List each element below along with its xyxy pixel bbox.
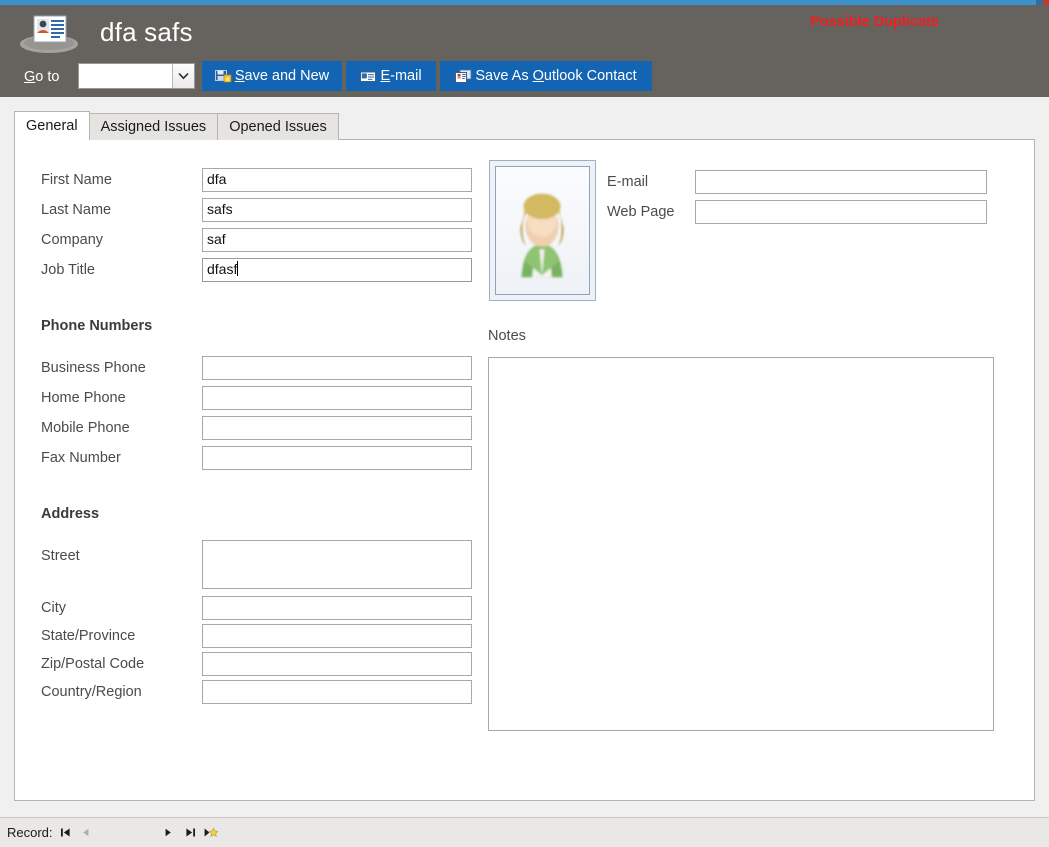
access-contact-form-window: dfa safs Possible Duplicate Go to Save a… [0, 0, 1049, 847]
outlook-accel: O [532, 68, 544, 84]
email-accel: E [380, 68, 391, 84]
contact-card-icon [18, 12, 80, 56]
save-and-new-button[interactable]: Save and New [202, 61, 342, 91]
street-input[interactable] [202, 540, 472, 589]
first-name-label: First Name [41, 172, 112, 188]
home-phone-input[interactable] [202, 386, 472, 410]
company-input[interactable]: saf [202, 228, 472, 252]
company-label: Company [41, 232, 104, 248]
goto-accel: G [24, 69, 36, 85]
outlook-label-prefix: Save As [475, 68, 533, 84]
state-province-input[interactable] [202, 624, 472, 648]
email-label-field: E-mail [607, 174, 649, 190]
chevron-down-icon[interactable] [172, 64, 194, 88]
business-phone-input[interactable] [202, 356, 472, 380]
outlook-label-rest: utlook Contact [543, 68, 637, 84]
business-phone-label: Business Phone [41, 360, 146, 376]
person-placeholder-avatar [495, 166, 590, 295]
form-body: General Assigned Issues Opened Issues Fi… [0, 97, 1049, 817]
notes-input[interactable] [488, 357, 994, 731]
zip-postal-code-label: Zip/Postal Code [41, 656, 145, 672]
tab-assigned-issues[interactable]: Assigned Issues [88, 113, 219, 140]
text-cursor [237, 261, 239, 276]
email-button[interactable]: E-mail [346, 61, 436, 91]
tab-strip: General Assigned Issues Opened Issues [14, 111, 339, 140]
first-record-icon[interactable] [55, 822, 75, 843]
goto-label-rest: o to [35, 69, 60, 85]
country-region-label: Country/Region [41, 684, 142, 700]
save-new-icon [214, 69, 232, 84]
state-province-label: State/Province [41, 628, 136, 644]
envelope-card-icon [360, 69, 377, 84]
tab-opened-issues[interactable]: Opened Issues [217, 113, 339, 140]
first-name-input[interactable]: dfa [202, 168, 472, 192]
web-page-label: Web Page [607, 204, 675, 220]
previous-record-icon[interactable] [75, 822, 95, 843]
home-phone-label: Home Phone [41, 390, 126, 406]
record-label: Record: [7, 825, 53, 840]
header-title-row: dfa safs Possible Duplicate [0, 5, 1049, 57]
last-name-input[interactable]: safs [202, 198, 472, 222]
contact-photo[interactable] [489, 160, 596, 301]
tab-general[interactable]: General [14, 111, 90, 140]
job-title-value: dfasf [207, 261, 238, 277]
web-page-input[interactable] [695, 200, 987, 224]
email-label: E-mail [380, 68, 421, 84]
duplicate-warning-label: Possible Duplicate [810, 14, 939, 30]
save-as-outlook-contact-button[interactable]: Save As Outlook Contact [440, 61, 652, 91]
record-navigation-bar: Record: 1 of 1 [0, 817, 1049, 847]
city-label: City [41, 600, 66, 616]
tab-panel-general: First Name Last Name Company Job Title d… [14, 139, 1035, 801]
save-and-new-label: Save and New [235, 68, 329, 84]
fax-number-label: Fax Number [41, 450, 121, 466]
save-and-new-label-rest: ave and New [244, 68, 330, 84]
zip-postal-code-input[interactable] [202, 652, 472, 676]
notes-label: Notes [488, 328, 526, 344]
country-region-input[interactable] [202, 680, 472, 704]
goto-label: Go to [24, 69, 59, 85]
street-label: Street [41, 548, 80, 564]
new-record-icon[interactable] [201, 822, 221, 843]
form-toolbar: Go to Save and New E-mail Save As Outloo… [0, 57, 1049, 147]
city-input[interactable] [202, 596, 472, 620]
goto-combobox[interactable] [78, 63, 195, 89]
job-title-label: Job Title [41, 262, 95, 278]
goto-combobox-value[interactable] [79, 64, 172, 88]
mobile-phone-input[interactable] [202, 416, 472, 440]
page-title: dfa safs [100, 17, 193, 47]
next-record-icon[interactable] [158, 822, 178, 843]
mobile-phone-label: Mobile Phone [41, 420, 130, 436]
email-input[interactable] [695, 170, 987, 194]
phone-numbers-heading: Phone Numbers [41, 318, 153, 334]
save-and-new-accel: S [234, 68, 245, 84]
email-label-rest: -mail [390, 68, 422, 84]
save-as-outlook-contact-label: Save As Outlook Contact [475, 68, 636, 84]
fax-number-input[interactable] [202, 446, 472, 470]
form-header: dfa safs Possible Duplicate Go to Save a… [0, 5, 1049, 147]
last-name-label: Last Name [41, 202, 112, 218]
job-title-input[interactable]: dfasf [202, 258, 472, 282]
last-record-icon[interactable] [180, 822, 200, 843]
address-heading: Address [41, 506, 100, 522]
outlook-contact-icon [455, 69, 472, 84]
